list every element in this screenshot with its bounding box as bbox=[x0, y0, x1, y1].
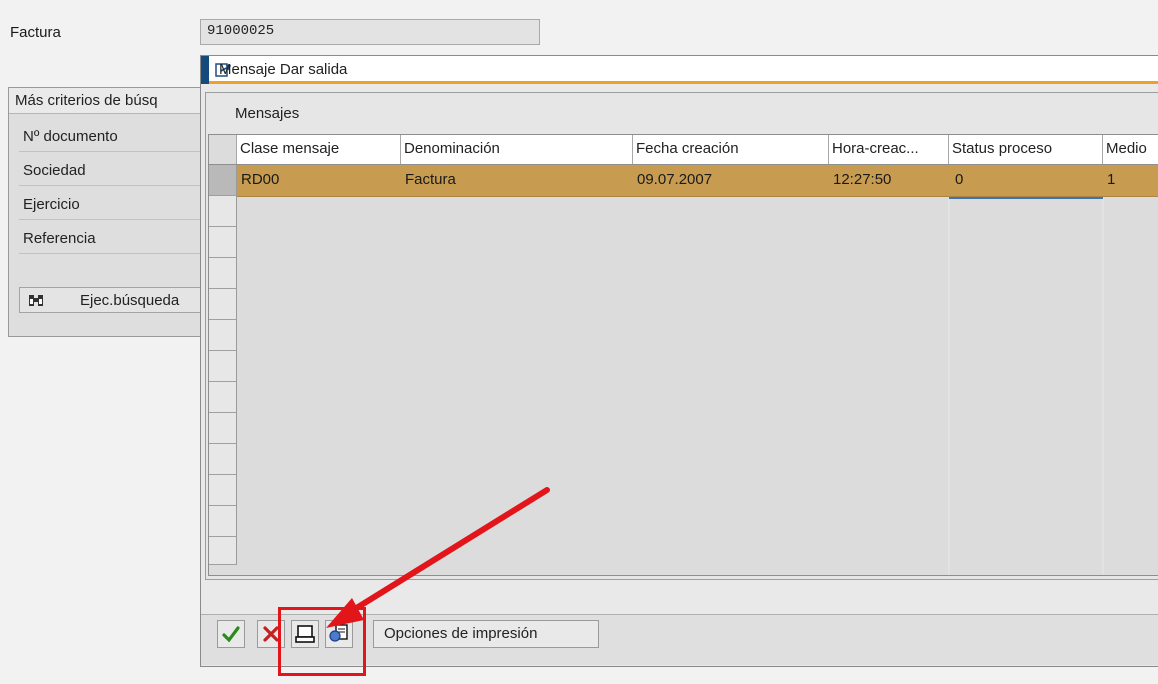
titlebar-accent bbox=[201, 56, 209, 84]
row-selector[interactable] bbox=[209, 289, 237, 320]
row-selector[interactable] bbox=[209, 413, 237, 444]
criteria-item-sociedad[interactable]: Sociedad bbox=[19, 156, 209, 186]
row-selector[interactable] bbox=[209, 351, 237, 382]
search-criteria-panel: Más criterios de búsq Nº documento Socie… bbox=[8, 87, 209, 337]
factura-label: Factura bbox=[10, 24, 61, 41]
column-header[interactable]: Medio bbox=[1103, 135, 1158, 164]
row-selector[interactable] bbox=[209, 475, 237, 506]
cell-clase-mensaje: RD00 bbox=[241, 171, 280, 188]
column-header[interactable]: Hora-creac... bbox=[829, 135, 949, 164]
table-grid-lines bbox=[948, 197, 1104, 575]
row-selector[interactable] bbox=[209, 506, 237, 537]
criteria-item-referencia[interactable]: Referencia bbox=[19, 224, 209, 254]
row-selector[interactable] bbox=[209, 227, 237, 258]
column-header[interactable]: Clase mensaje bbox=[237, 135, 401, 164]
row-selector-selected[interactable] bbox=[209, 165, 237, 196]
cell-hora: 12:27:50 bbox=[833, 171, 892, 188]
row-selector[interactable] bbox=[209, 320, 237, 351]
row-selector[interactable] bbox=[209, 196, 237, 227]
table-row[interactable]: RD00 Factura 09.07.2007 12:27:50 0 1 bbox=[237, 165, 1158, 197]
print-options-button[interactable]: Opciones de impresión bbox=[373, 620, 599, 648]
dialog-title: Mensaje Dar salida bbox=[219, 61, 348, 78]
dialog-titlebar: Mensaje Dar salida bbox=[201, 56, 1158, 84]
column-header[interactable]: Fecha creación bbox=[633, 135, 829, 164]
cell-fecha: 09.07.2007 bbox=[637, 171, 713, 188]
execute-search-button[interactable]: Ejec.búsqueda bbox=[19, 287, 209, 313]
table-header: Clase mensaje Denominación Fecha creació… bbox=[209, 135, 1158, 165]
cell-denominacion: Factura bbox=[405, 171, 456, 188]
messages-label: Mensajes bbox=[235, 105, 300, 122]
row-selector[interactable] bbox=[209, 537, 237, 565]
criteria-item-documento[interactable]: Nº documento bbox=[19, 122, 209, 152]
cell-status: 0 bbox=[955, 171, 964, 188]
select-all-cell[interactable] bbox=[209, 135, 237, 164]
cell-medio: 1 bbox=[1107, 171, 1116, 188]
binoculars-icon bbox=[29, 295, 43, 306]
criteria-item-ejercicio[interactable]: Ejercicio bbox=[19, 190, 209, 220]
message-output-dialog: Mensaje Dar salida Mensajes Clase mensaj… bbox=[200, 55, 1158, 667]
confirm-button[interactable] bbox=[217, 620, 245, 648]
row-selector[interactable] bbox=[209, 258, 237, 289]
column-header[interactable]: Denominación bbox=[401, 135, 633, 164]
column-header[interactable]: Status proceso bbox=[949, 135, 1103, 164]
row-selector[interactable] bbox=[209, 382, 237, 413]
confirm-icon bbox=[222, 626, 240, 643]
execute-search-label: Ejec.búsqueda bbox=[80, 292, 180, 309]
row-selector[interactable] bbox=[209, 444, 237, 475]
criteria-title: Más criterios de búsq bbox=[9, 88, 203, 114]
messages-table: Clase mensaje Denominación Fecha creació… bbox=[208, 134, 1158, 576]
highlight-box bbox=[278, 607, 366, 676]
factura-input[interactable]: 91000025 bbox=[200, 19, 540, 45]
